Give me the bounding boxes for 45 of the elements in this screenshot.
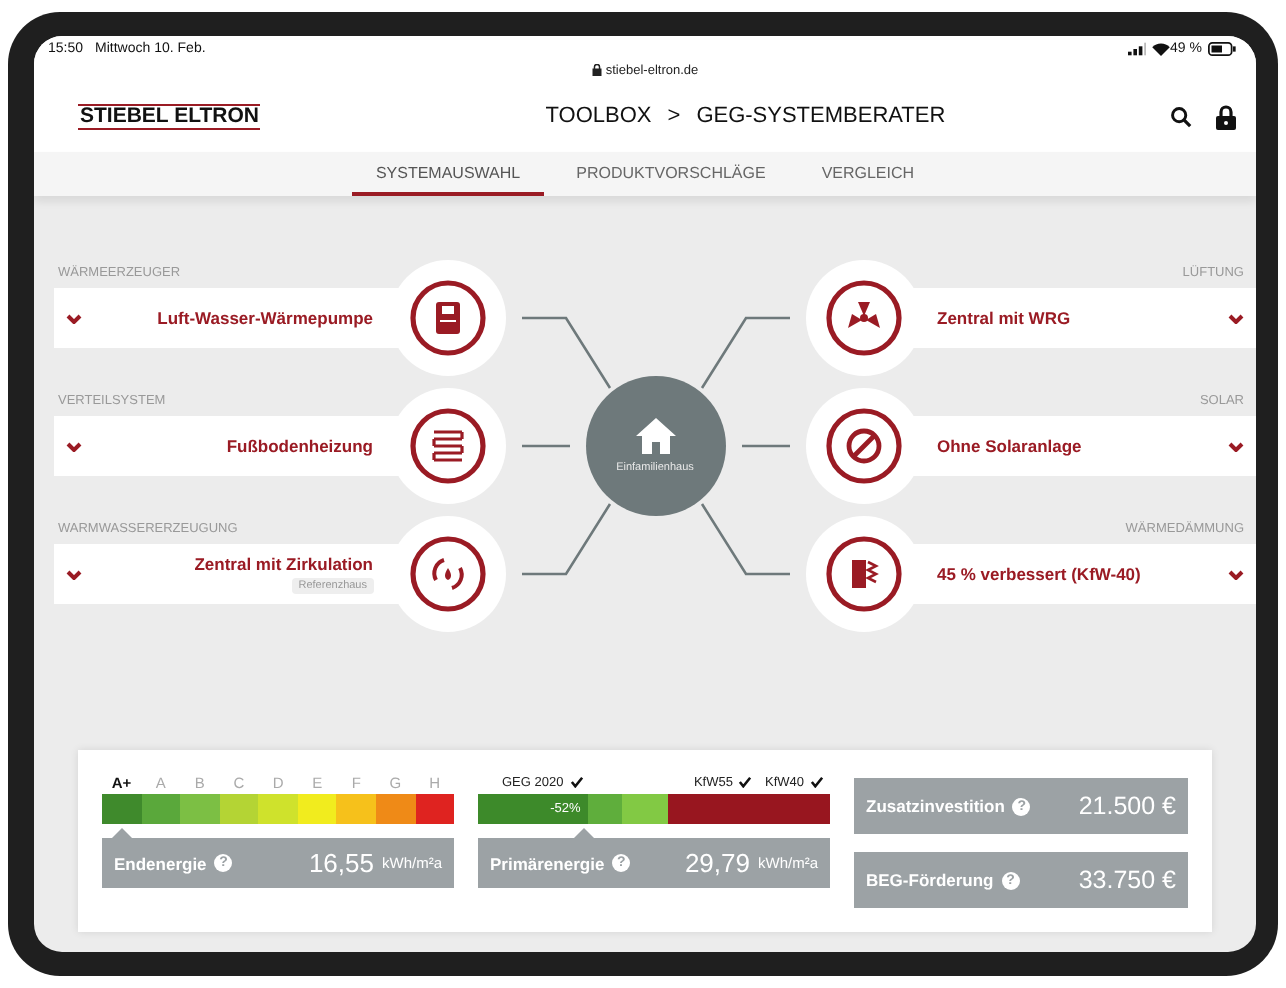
prohibited-icon (805, 388, 921, 504)
breadcrumb-link[interactable]: TOOLBOX (545, 104, 652, 128)
energy-value: 29,79 (684, 848, 750, 878)
insulation-icon (805, 516, 921, 632)
option-dropdown[interactable]: Fußbodenheizung (54, 416, 389, 476)
chevron-down-icon (66, 313, 82, 323)
coil-icon (389, 388, 505, 504)
option-dropdown[interactable]: 45 % verbessert (KfW-40) (921, 544, 1256, 604)
search-icon[interactable] (1170, 105, 1192, 127)
result-label: Endenergie (114, 853, 207, 873)
chevron-down-icon (1228, 569, 1244, 579)
nav-tab[interactable]: PRODUKTVORSCHLÄGE (552, 152, 790, 196)
chevron-down-icon (1228, 313, 1244, 323)
chevron-down-icon (66, 441, 82, 451)
signal-icon (1128, 41, 1147, 55)
option-dropdown[interactable]: Luft-Wasser-Wärmepumpe (54, 288, 389, 348)
lock-icon (591, 64, 602, 76)
cost-label: BEG-Förderung (866, 870, 994, 890)
cost-value: 21.500 € (1078, 792, 1176, 820)
brand-logo[interactable]: STIEBEL ELTRON (78, 103, 261, 129)
breadcrumb-separator: > (667, 104, 681, 128)
option-dropdown[interactable]: Ohne Solaranlage (921, 416, 1256, 476)
connector-line (699, 316, 789, 389)
chevron-down-icon (1228, 441, 1244, 451)
house-icon (635, 418, 675, 454)
lock-icon[interactable] (1216, 103, 1236, 129)
breadcrumb-current: GEG-SYSTEMBERATER (696, 104, 946, 128)
energy-value: 16,55 (308, 848, 374, 878)
fan-icon (805, 260, 921, 376)
heat-pump-icon (389, 260, 505, 376)
connector-line (521, 503, 611, 576)
option-dropdown[interactable]: Zentral mit WRG (921, 288, 1256, 348)
cost-value: 33.750 € (1078, 866, 1176, 894)
connector-line (521, 444, 569, 448)
cost-label: Zusatzinvestition (866, 796, 1005, 816)
nav-tab[interactable]: SYSTEMAUSWAHL (351, 152, 545, 196)
result-label: Primärenergie (490, 853, 605, 873)
nav-tab[interactable]: VERGLEICH (797, 152, 939, 196)
connector-line (741, 444, 789, 448)
circulation-icon (389, 516, 505, 632)
chevron-down-icon (66, 569, 82, 579)
wifi-icon (1152, 41, 1171, 55)
connector-line (699, 503, 789, 576)
battery-icon (1208, 41, 1236, 55)
connector-line (521, 316, 611, 389)
